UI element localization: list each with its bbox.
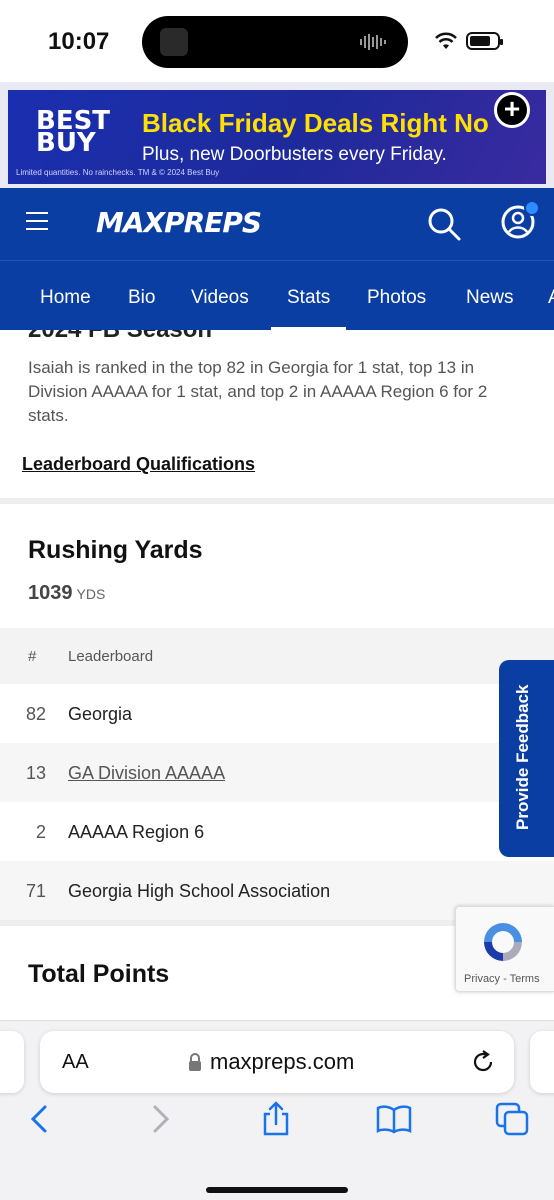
rank-column-header: # xyxy=(28,648,37,665)
tab-more[interactable]: A xyxy=(548,287,554,309)
home-indicator xyxy=(206,1187,348,1193)
tab-photos[interactable]: Photos xyxy=(367,287,426,309)
search-icon[interactable] xyxy=(426,206,462,242)
notification-dot xyxy=(524,200,540,216)
back-icon[interactable] xyxy=(22,1101,58,1137)
recaptcha-badge[interactable]: Privacy - Terms xyxy=(455,906,554,992)
table-row: 13 GA Division AAAAA xyxy=(0,743,554,802)
row-rank: 71 xyxy=(25,881,46,901)
site-header: MAXPREPS xyxy=(0,188,554,260)
ad-subline: Plus, new Doorbusters every Friday. xyxy=(142,144,447,165)
previous-tab-peek[interactable] xyxy=(0,1031,24,1093)
recaptcha-icon xyxy=(484,923,522,961)
battery-icon xyxy=(466,32,503,50)
address-bar[interactable]: AA maxpreps.com xyxy=(40,1031,514,1093)
account-button[interactable] xyxy=(500,200,540,244)
ad-fine-print: Limited quantities. No rainchecks. TM & … xyxy=(16,168,220,177)
provide-feedback-button[interactable]: Provide Feedback xyxy=(499,660,554,857)
row-leaderboard: AAAAA Region 6 xyxy=(68,822,205,842)
stat-title: Rushing Yards xyxy=(28,536,203,564)
ad-expand-plus-icon[interactable]: + xyxy=(494,92,530,128)
bestbuy-logo: BEST BUY xyxy=(36,106,111,158)
maxpreps-logo[interactable]: MAXPREPS xyxy=(96,206,262,239)
tab-home[interactable]: Home xyxy=(40,287,91,309)
status-bar: 10:07 xyxy=(0,0,554,82)
stat-unit: YDS xyxy=(76,586,106,602)
recaptcha-links[interactable]: Privacy - Terms xyxy=(464,973,540,985)
lock-icon xyxy=(189,1053,201,1071)
row-rank: 13 xyxy=(25,763,46,783)
next-stat-title: Total Points xyxy=(28,960,170,988)
row-leaderboard: Georgia High School Association xyxy=(68,881,331,901)
row-leaderboard: Georgia xyxy=(68,704,133,724)
menu-icon[interactable] xyxy=(26,212,48,230)
tab-bio[interactable]: Bio xyxy=(128,287,155,309)
page-settings-button[interactable]: AA xyxy=(62,1051,89,1074)
app-thumbnail-icon xyxy=(160,28,188,56)
ad-headline: Black Friday Deals Right No xyxy=(142,108,489,138)
browser-toolbar: AA maxpreps.com xyxy=(0,1020,554,1200)
leaderboard-column-header: Leaderboard xyxy=(68,648,154,665)
forward-icon[interactable] xyxy=(142,1101,178,1137)
status-time: 10:07 xyxy=(48,28,110,55)
feedback-label: Provide Feedback xyxy=(513,684,532,830)
stat-number: 1039 xyxy=(28,582,73,604)
section-divider xyxy=(0,498,554,504)
profile-nav-tabs: Home Bio Videos Stats Photos News A xyxy=(0,260,554,330)
tab-videos[interactable]: Videos xyxy=(191,287,249,309)
url-text[interactable]: maxpreps.com xyxy=(210,1049,354,1075)
table-row: 2 AAAAA Region 6 xyxy=(0,802,554,861)
table-row: 82 Georgia xyxy=(0,684,554,743)
tab-news[interactable]: News xyxy=(466,287,514,309)
leaderboard-qualifications-link[interactable]: Leaderboard Qualifications xyxy=(22,454,255,475)
rank-summary: Isaiah is ranked in the top 82 in Georgi… xyxy=(28,358,488,425)
table-header: # Leaderboard xyxy=(0,628,554,684)
share-icon[interactable] xyxy=(258,1101,294,1137)
tabs-icon[interactable] xyxy=(494,1101,530,1137)
ad-creative[interactable]: BEST BUY Black Friday Deals Right No Plu… xyxy=(8,90,546,184)
stat-value: 1039 YDS xyxy=(28,582,105,605)
next-tab-peek[interactable] xyxy=(530,1031,554,1093)
row-leaderboard-link[interactable]: GA Division AAAAA xyxy=(68,763,225,784)
tab-stats[interactable]: Stats xyxy=(270,287,347,330)
dynamic-island xyxy=(142,16,408,68)
bookmarks-icon[interactable] xyxy=(376,1101,412,1137)
row-rank: 82 xyxy=(25,704,46,724)
ad-banner[interactable]: BEST BUY Black Friday Deals Right No Plu… xyxy=(0,82,554,188)
season-title: 2024 FB Season xyxy=(28,330,212,344)
wifi-icon xyxy=(435,32,457,49)
row-rank: 2 xyxy=(35,822,46,842)
audio-wave-icon xyxy=(360,34,386,50)
reload-icon[interactable] xyxy=(470,1049,496,1075)
